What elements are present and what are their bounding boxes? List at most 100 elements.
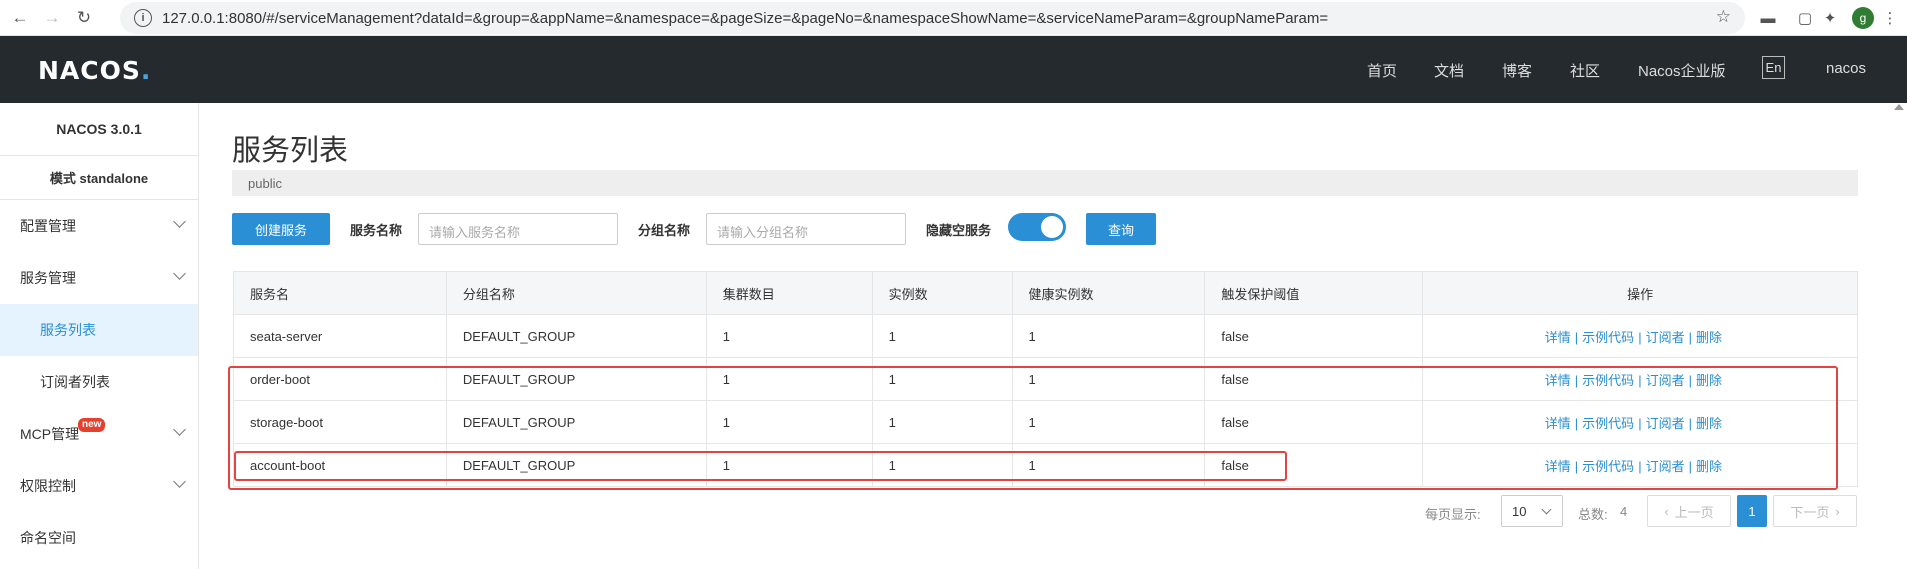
language-switch[interactable]: En (1762, 56, 1785, 79)
action-separator: | (1638, 372, 1642, 388)
actions-cell: 详情 | 示例代码 | 订阅者 | 删除 (1422, 400, 1858, 444)
subscribers-link[interactable]: 订阅者 (1646, 459, 1685, 474)
detail-link[interactable]: 详情 (1545, 459, 1571, 474)
detail-link[interactable]: 详情 (1545, 416, 1571, 431)
column-header: 操作 (1422, 271, 1858, 315)
namespace-bar[interactable]: public (232, 170, 1858, 196)
delete-link[interactable]: 删除 (1696, 330, 1722, 345)
instance-count-cell: 1 (871, 443, 1013, 487)
puzzle-icon[interactable]: ✦ (1820, 8, 1840, 28)
column-header: 服务名 (233, 271, 447, 315)
sample-code-link[interactable]: 示例代码 (1582, 373, 1634, 388)
address-bar[interactable]: i 127.0.0.1:8080/#/serviceManagement?dat… (120, 2, 1745, 34)
sidebar-item-subscriber-list[interactable]: 订阅者列表 (0, 356, 198, 408)
profile-avatar[interactable]: g (1852, 7, 1874, 29)
sidebar-item-service-list[interactable]: 服务列表 (0, 304, 198, 356)
service-name-cell: storage-boot (233, 400, 447, 444)
instance-count-cell: 1 (871, 314, 1013, 358)
menu-dots-icon[interactable]: ⋮ (1880, 8, 1900, 28)
delete-link[interactable]: 删除 (1696, 459, 1722, 474)
sidebar-item-label: 权限控制 (20, 478, 76, 494)
action-separator: | (1574, 415, 1579, 431)
reload-icon[interactable]: ↻ (72, 6, 96, 30)
sidebar-item-access-control[interactable]: 权限控制 (0, 460, 198, 512)
sidebar-item-config-management[interactable]: 配置管理 (0, 200, 198, 252)
page-size-label: 每页显示: (1425, 507, 1481, 522)
column-header: 集群数目 (705, 271, 873, 315)
sample-code-link[interactable]: 示例代码 (1582, 416, 1634, 431)
column-header: 健康实例数 (1011, 271, 1206, 315)
threshold-cell: false (1204, 400, 1424, 444)
chevron-down-icon (173, 475, 186, 488)
sidebar-item-service-management[interactable]: 服务管理 (0, 252, 198, 304)
next-page-label: 下一页 (1790, 504, 1830, 520)
sidebar-item-namespace[interactable]: 命名空间 (0, 512, 198, 564)
hide-empty-toggle[interactable] (1008, 213, 1066, 241)
table-header-row: 服务名 分组名称 集群数目 实例数 健康实例数 触发保护阈值 操作 (233, 271, 1858, 315)
service-name-cell: seata-server (233, 314, 447, 358)
document-icon[interactable]: ▢ (1795, 8, 1815, 28)
top-navigation-bar: NACOS. 首页 文档 博客 社区 Nacos企业版 En nacos (0, 36, 1907, 103)
logo-text: NACOS (38, 56, 141, 85)
service-name-cell: order-boot (233, 357, 447, 401)
extension-icon[interactable]: ▬ (1758, 8, 1778, 28)
url-text: 127.0.0.1:8080/#/serviceManagement?dataI… (162, 9, 1329, 27)
table-row: order-boot DEFAULT_GROUP 1 1 1 false 详情 |… (233, 357, 1858, 401)
site-info-icon[interactable]: i (134, 9, 152, 27)
user-name[interactable]: nacos (1826, 60, 1866, 77)
detail-link[interactable]: 详情 (1545, 373, 1571, 388)
subscribers-link[interactable]: 订阅者 (1646, 330, 1685, 345)
nacos-logo[interactable]: NACOS. (38, 56, 151, 85)
table-row: storage-boot DEFAULT_GROUP 1 1 1 false 详… (233, 400, 1858, 444)
sidebar-item-label: 服务管理 (20, 270, 76, 286)
current-page-button[interactable]: 1 (1737, 495, 1767, 527)
detail-link[interactable]: 详情 (1545, 330, 1571, 345)
nav-enterprise-link[interactable]: Nacos企业版 (1638, 60, 1726, 81)
healthy-count-cell: 1 (1011, 443, 1206, 487)
chevron-left-icon: ‹ (1664, 503, 1669, 519)
action-separator: | (1688, 329, 1692, 345)
sidebar-item-mcp-management[interactable]: MCP管理 new (0, 408, 198, 460)
bookmark-star-icon[interactable]: ☆ (1716, 7, 1731, 27)
nav-community-link[interactable]: 社区 (1570, 60, 1600, 81)
cluster-count-cell: 1 (705, 443, 873, 487)
cluster-count-cell: 1 (705, 400, 873, 444)
back-arrow-icon[interactable]: ← (8, 6, 32, 30)
action-separator: | (1574, 372, 1579, 388)
prev-page-button[interactable]: ‹ 上一页 (1647, 495, 1731, 527)
healthy-count-cell: 1 (1011, 357, 1206, 401)
service-name-cell: account-boot (233, 443, 447, 487)
threshold-cell: false (1204, 314, 1424, 358)
sample-code-link[interactable]: 示例代码 (1582, 459, 1634, 474)
sample-code-link[interactable]: 示例代码 (1582, 330, 1634, 345)
nav-blog-link[interactable]: 博客 (1502, 60, 1532, 81)
subscribers-link[interactable]: 订阅者 (1646, 416, 1685, 431)
threshold-cell: false (1204, 443, 1424, 487)
action-separator: | (1688, 415, 1692, 431)
healthy-count-cell: 1 (1011, 400, 1206, 444)
actions-cell: 详情 | 示例代码 | 订阅者 | 删除 (1422, 357, 1858, 401)
action-separator: | (1688, 458, 1692, 474)
cluster-count-cell: 1 (705, 357, 873, 401)
toggle-knob (1041, 216, 1063, 238)
service-name-label: 服务名称 (350, 223, 403, 238)
actions-cell: 详情 | 示例代码 | 订阅者 | 删除 (1422, 443, 1858, 487)
cluster-count-cell: 1 (705, 314, 873, 358)
total-count: 4 (1620, 504, 1628, 519)
group-name-input[interactable]: 请输入分组名称 (706, 213, 906, 245)
nav-docs-link[interactable]: 文档 (1434, 60, 1464, 81)
page-size-select[interactable]: 10 (1501, 495, 1563, 527)
forward-arrow-icon[interactable]: → (40, 6, 64, 30)
action-separator: | (1638, 415, 1642, 431)
next-page-button[interactable]: 下一页 › (1773, 495, 1857, 527)
delete-link[interactable]: 删除 (1696, 373, 1722, 388)
service-name-input[interactable]: 请输入服务名称 (418, 213, 618, 245)
scroll-up-arrow-icon[interactable] (1894, 104, 1904, 110)
nav-home-link[interactable]: 首页 (1367, 60, 1397, 81)
page-title: 服务列表 (232, 135, 349, 167)
subscribers-link[interactable]: 订阅者 (1646, 373, 1685, 388)
query-button[interactable]: 查询 (1086, 213, 1156, 245)
create-service-button[interactable]: 创建服务 (232, 213, 330, 245)
delete-link[interactable]: 删除 (1696, 416, 1722, 431)
action-separator: | (1638, 329, 1642, 345)
